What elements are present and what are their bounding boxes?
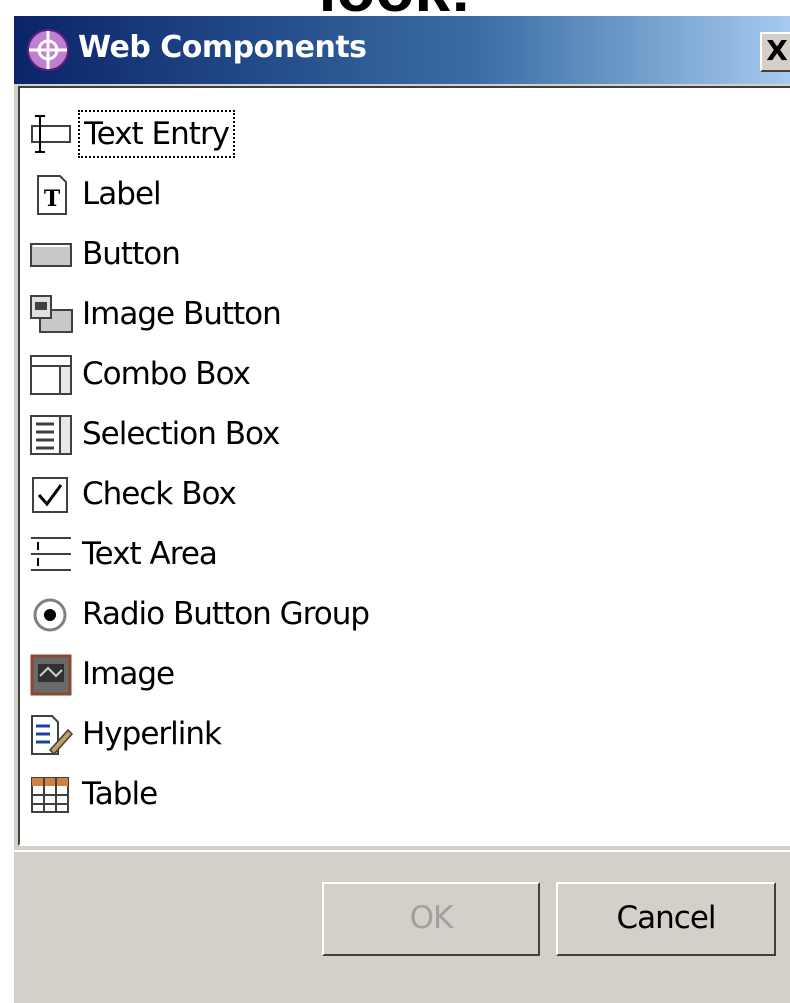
list-item-text-entry[interactable]: Text Entry [20,108,720,160]
text-area-icon [31,537,71,571]
list-item-label: Selection Box [82,416,280,452]
list-item-table[interactable]: Table [20,768,720,820]
table-icon [31,777,69,813]
footer-divider [14,850,790,852]
image-icon [30,654,72,696]
close-button[interactable]: X [760,32,790,72]
list-item-label[interactable]: T Label [20,168,720,220]
button-icon [30,243,72,267]
list-item-check-box[interactable]: Check Box [20,468,720,520]
list-item-text-area[interactable]: Text Area [20,528,720,580]
list-item-image-button[interactable]: Image Button [20,288,720,340]
svg-text:T: T [44,186,61,212]
label-icon: T [37,175,67,215]
list-item-label: Label [82,176,162,212]
cancel-button[interactable]: Cancel [556,882,776,956]
list-item-label: Text Entry [77,110,236,158]
list-item-label: Combo Box [82,356,251,392]
hyperlink-icon [31,715,74,756]
list-item-button[interactable]: Button [20,228,720,280]
list-item-label: Button [82,236,181,272]
image-button-icon [30,295,73,333]
window-title: Web Components [78,30,367,65]
web-components-dialog: Web Components X Text Entry T Label Butt… [14,16,790,1003]
list-item-label: Image Button [82,296,282,332]
list-item-image[interactable]: Image [20,648,720,700]
list-item-label: Hyperlink [82,716,222,752]
list-item-combo-box[interactable]: Combo Box [20,348,720,400]
list-item-label: Text Area [82,536,218,572]
radio-button-icon [33,598,67,632]
selection-box-icon [30,415,72,455]
globe-icon [27,29,69,71]
list-item-label: Table [82,776,158,812]
list-item-label: Check Box [82,476,237,512]
list-item-radio-button-group[interactable]: Radio Button Group [20,588,720,640]
components-list[interactable]: Text Entry T Label Button Image Button C… [18,86,790,846]
combo-box-icon [30,355,72,395]
text-entry-icon [31,115,71,153]
title-bar[interactable]: Web Components X [14,16,790,84]
list-item-hyperlink[interactable]: Hyperlink [20,708,720,760]
ok-button[interactable]: OK [322,882,540,956]
check-box-icon [32,477,68,513]
list-item-label: Radio Button Group [82,596,370,632]
list-item-label: Image [82,656,175,692]
list-item-selection-box[interactable]: Selection Box [20,408,720,460]
